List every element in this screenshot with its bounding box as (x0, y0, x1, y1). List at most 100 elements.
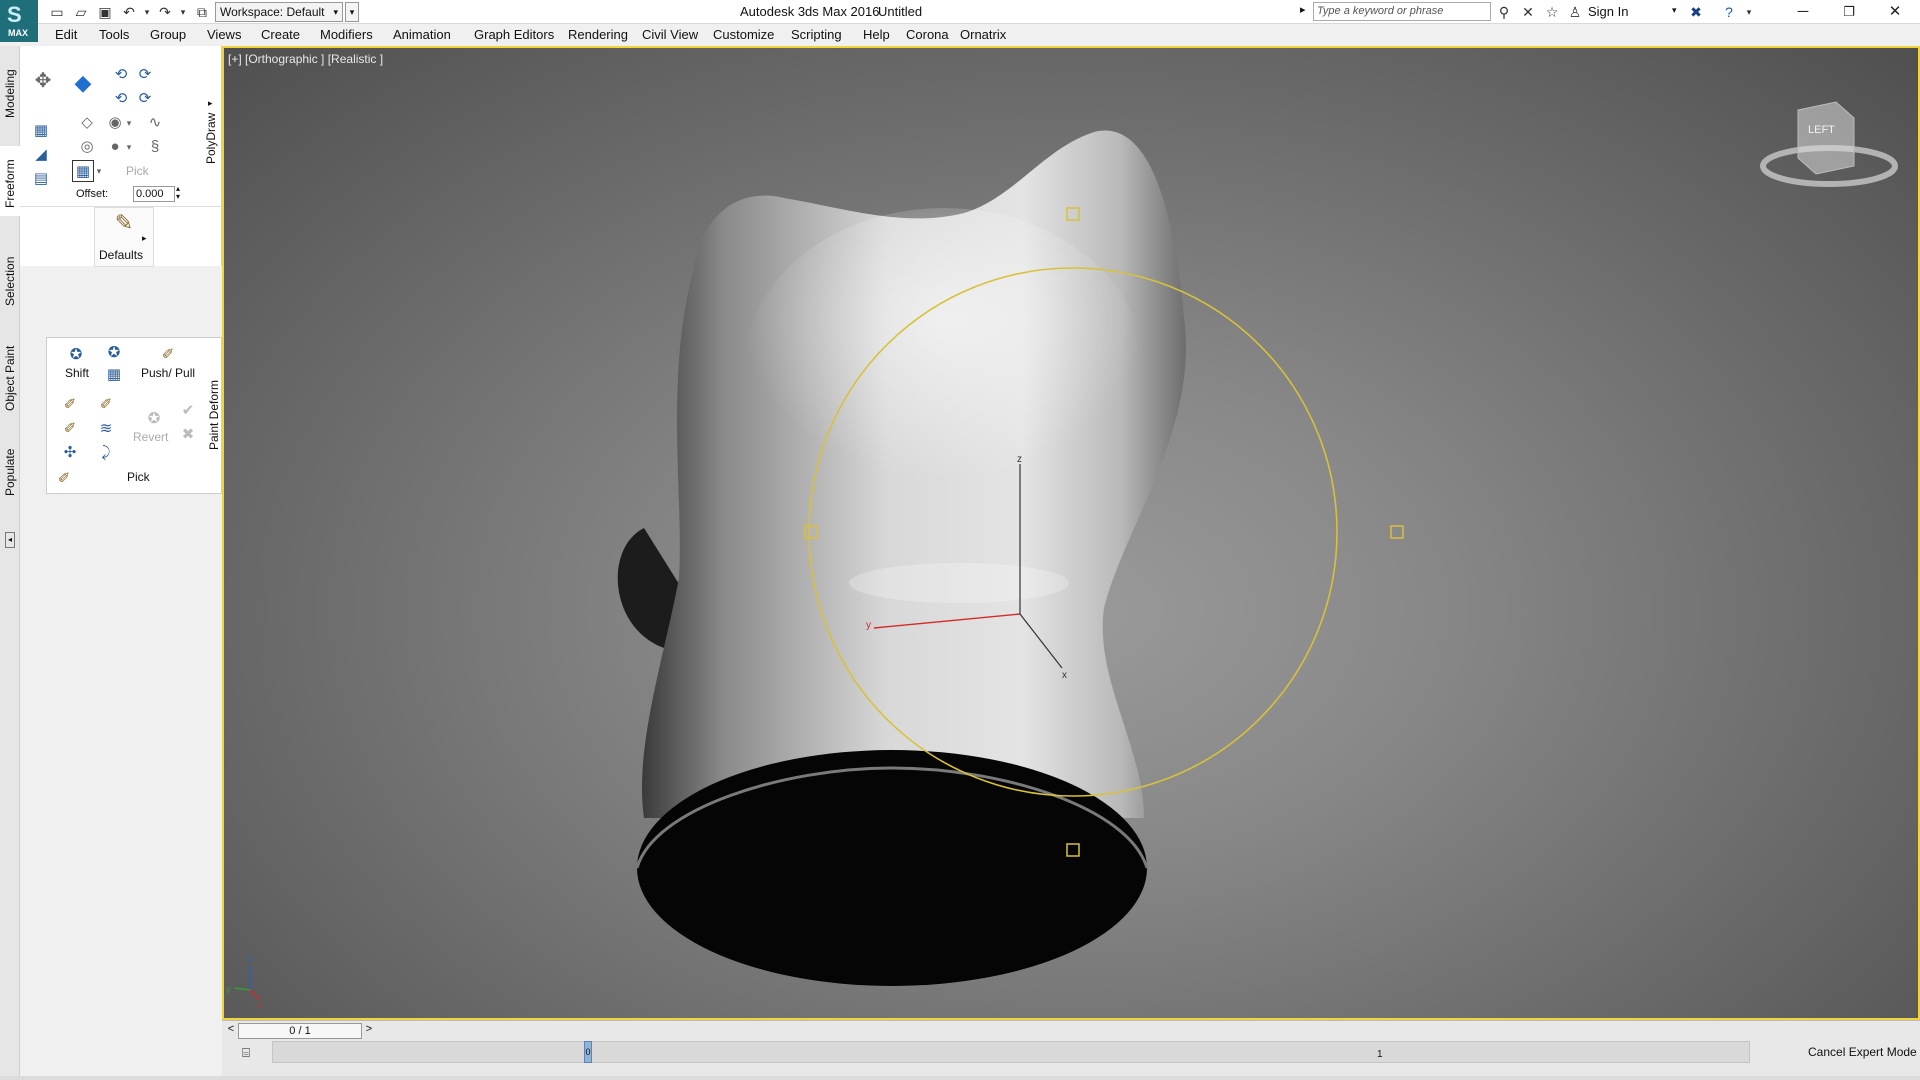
tab-populate[interactable]: Populate (0, 436, 20, 506)
tab-freeform[interactable]: Freeform (0, 146, 20, 216)
smooth-brush-icon[interactable]: ✐ (59, 418, 81, 440)
menu-group[interactable]: Group (150, 27, 186, 42)
surface-draw-icon[interactable]: ⟳ (134, 64, 156, 86)
help-icon[interactable]: ? (1720, 3, 1738, 21)
revert-brush-icon[interactable]: ⤸ (95, 442, 117, 464)
chevron-down-icon[interactable]: ▾ (124, 136, 134, 158)
chevron-right-icon[interactable]: ▸ (208, 98, 213, 109)
selection-draw-icon[interactable]: ⟲ (110, 88, 132, 110)
favorites-star-icon[interactable]: ☆ (1543, 3, 1561, 21)
spline-icon[interactable]: § (144, 136, 166, 158)
save-file-icon[interactable]: ▣ (96, 3, 114, 21)
menu-create[interactable]: Create (261, 27, 300, 42)
app-logo-button[interactable]: S MAX (0, 0, 38, 42)
new-file-icon[interactable]: ▭ (48, 3, 66, 21)
exaggerate-brush-icon[interactable]: ✣ (59, 442, 81, 464)
sign-in-button[interactable]: Sign In (1588, 4, 1628, 19)
redo-icon[interactable]: ↷ (156, 3, 174, 21)
noise-brush-icon[interactable]: ≋ (95, 418, 117, 440)
select-move-icon[interactable]: ✥ (32, 70, 54, 92)
solve-surface-icon[interactable]: ◉ (104, 112, 126, 134)
previous-frame-button[interactable]: < (224, 1023, 238, 1039)
local-axis-z-label: z (1017, 454, 1022, 465)
user-icon: ♙ (1568, 4, 1582, 20)
communication-center-icon[interactable]: ✕ (1519, 3, 1537, 21)
redo-dropdown-icon[interactable]: ▾ (174, 3, 192, 21)
conform-icon[interactable]: ▤ (30, 168, 52, 190)
menu-civil-view[interactable]: Civil View (642, 27, 698, 42)
grid-draw-icon[interactable]: ⟲ (110, 64, 132, 86)
minimize-button[interactable]: ─ (1780, 0, 1826, 24)
menu-customize[interactable]: Customize (713, 27, 774, 42)
menu-modifiers[interactable]: Modifiers (320, 27, 373, 42)
ribbon-minimize-toggle[interactable]: ◂ (5, 532, 15, 548)
menu-tools[interactable]: Tools (99, 27, 129, 42)
chevron-down-icon[interactable]: ▾ (94, 160, 104, 182)
menu-help[interactable]: Help (863, 27, 890, 42)
mini-curve-editor-icon[interactable]: ⌸ (236, 1045, 256, 1063)
draw-on-surface-icon[interactable]: ◆ (72, 72, 94, 94)
undo-dropdown-icon[interactable]: ▾ (138, 3, 156, 21)
push-pull-icon[interactable]: ✐ (157, 344, 179, 366)
shift-icon[interactable]: ✪ (65, 344, 87, 366)
revert-icon[interactable]: ✪ (143, 408, 165, 430)
menu-corona[interactable]: Corona (906, 27, 949, 42)
shift-rotate-icon[interactable]: ✪ (103, 342, 125, 364)
view-draw-icon[interactable]: ⟳ (134, 88, 156, 110)
world-axis-y-label: y (226, 984, 231, 994)
menu-ornatrix[interactable]: Ornatrix (960, 27, 1006, 42)
relax-brush-icon[interactable]: ✐ (59, 394, 81, 416)
shapes-icon[interactable]: ◇ (76, 112, 98, 134)
chevron-right-icon[interactable]: ▸ (142, 233, 147, 244)
ribbon-tab-strip: Modeling Freeform Selection Object Paint… (0, 46, 20, 1080)
quick-access-menu-button[interactable]: ▾ (345, 2, 359, 22)
commit-check-icon[interactable]: ✔ (177, 400, 199, 422)
menu-scripting[interactable]: Scripting (791, 27, 842, 42)
surface-plane-icon[interactable]: ◢ (30, 144, 52, 166)
tab-object-paint[interactable]: Object Paint (0, 336, 20, 416)
binoculars-icon[interactable]: ⚲ (1495, 3, 1513, 21)
mesh-neck-highlight (849, 563, 1069, 603)
chevron-down-icon[interactable]: ▾ (124, 112, 134, 134)
viewcube[interactable]: LEFT (1760, 101, 1898, 187)
brush-presets-section: ✎ Defaults ▸ (20, 206, 222, 267)
offset-spinner-icon[interactable]: ▴ ▾ (176, 185, 180, 201)
shift-options-icon[interactable]: ▦ (103, 364, 125, 386)
flatten-brush-icon[interactable]: ✐ (95, 394, 117, 416)
close-button[interactable]: ✕ (1872, 0, 1918, 24)
tab-selection[interactable]: Selection (0, 246, 20, 316)
mesh-bottom-opening (637, 750, 1147, 986)
draw-on-icon[interactable]: ▦ (72, 160, 94, 182)
pick-object-icon[interactable]: ✐ (53, 468, 75, 490)
time-slider[interactable]: 0 / 1 (238, 1023, 362, 1039)
help-dropdown-icon[interactable]: ▾ (1740, 3, 1758, 21)
menu-edit[interactable]: Edit (55, 27, 77, 42)
workspace-dropdown[interactable]: Workspace: Default ▾ (215, 2, 343, 22)
polydraw-panel-title: PolyDraw (204, 112, 218, 164)
perspective-viewport[interactable]: [+] [Orthographic ] [Realistic ] z y x z… (222, 46, 1920, 1020)
next-frame-button[interactable]: > (362, 1023, 376, 1039)
workspace-label: Workspace: Default (220, 5, 325, 19)
cancel-expert-mode-button[interactable]: Cancel Expert Mode (1808, 1045, 1917, 1059)
cancel-x-icon[interactable]: ✖ (177, 424, 199, 446)
search-input[interactable]: Type a keyword or phrase (1313, 2, 1491, 21)
menu-rendering[interactable]: Rendering (568, 27, 628, 42)
menu-graph-editors[interactable]: Graph Editors (474, 27, 554, 42)
strips-icon[interactable]: ∿ (144, 112, 166, 134)
menu-animation[interactable]: Animation (393, 27, 451, 42)
tab-modeling[interactable]: Modeling (0, 56, 20, 126)
chevron-down-icon[interactable]: ▾ (1672, 5, 1677, 16)
menu-views[interactable]: Views (207, 27, 241, 42)
autodesk-exchange-icon[interactable]: ✖ (1687, 3, 1705, 21)
topology-icon[interactable]: ● (104, 136, 126, 158)
shift-label: Shift (65, 366, 90, 380)
track-bar[interactable] (272, 1041, 1750, 1063)
undo-icon[interactable]: ↶ (120, 3, 138, 21)
branches-icon[interactable]: ◎ (76, 136, 98, 158)
open-file-icon[interactable]: ▱ (72, 3, 90, 21)
search-expand-icon[interactable]: ▸ (1300, 3, 1306, 16)
project-folder-icon[interactable]: ⧉ (193, 3, 211, 21)
restore-button[interactable]: ❐ (1826, 0, 1872, 24)
offset-input[interactable]: 0.000 (133, 186, 175, 202)
grid-icon[interactable]: ▦ (30, 120, 52, 142)
